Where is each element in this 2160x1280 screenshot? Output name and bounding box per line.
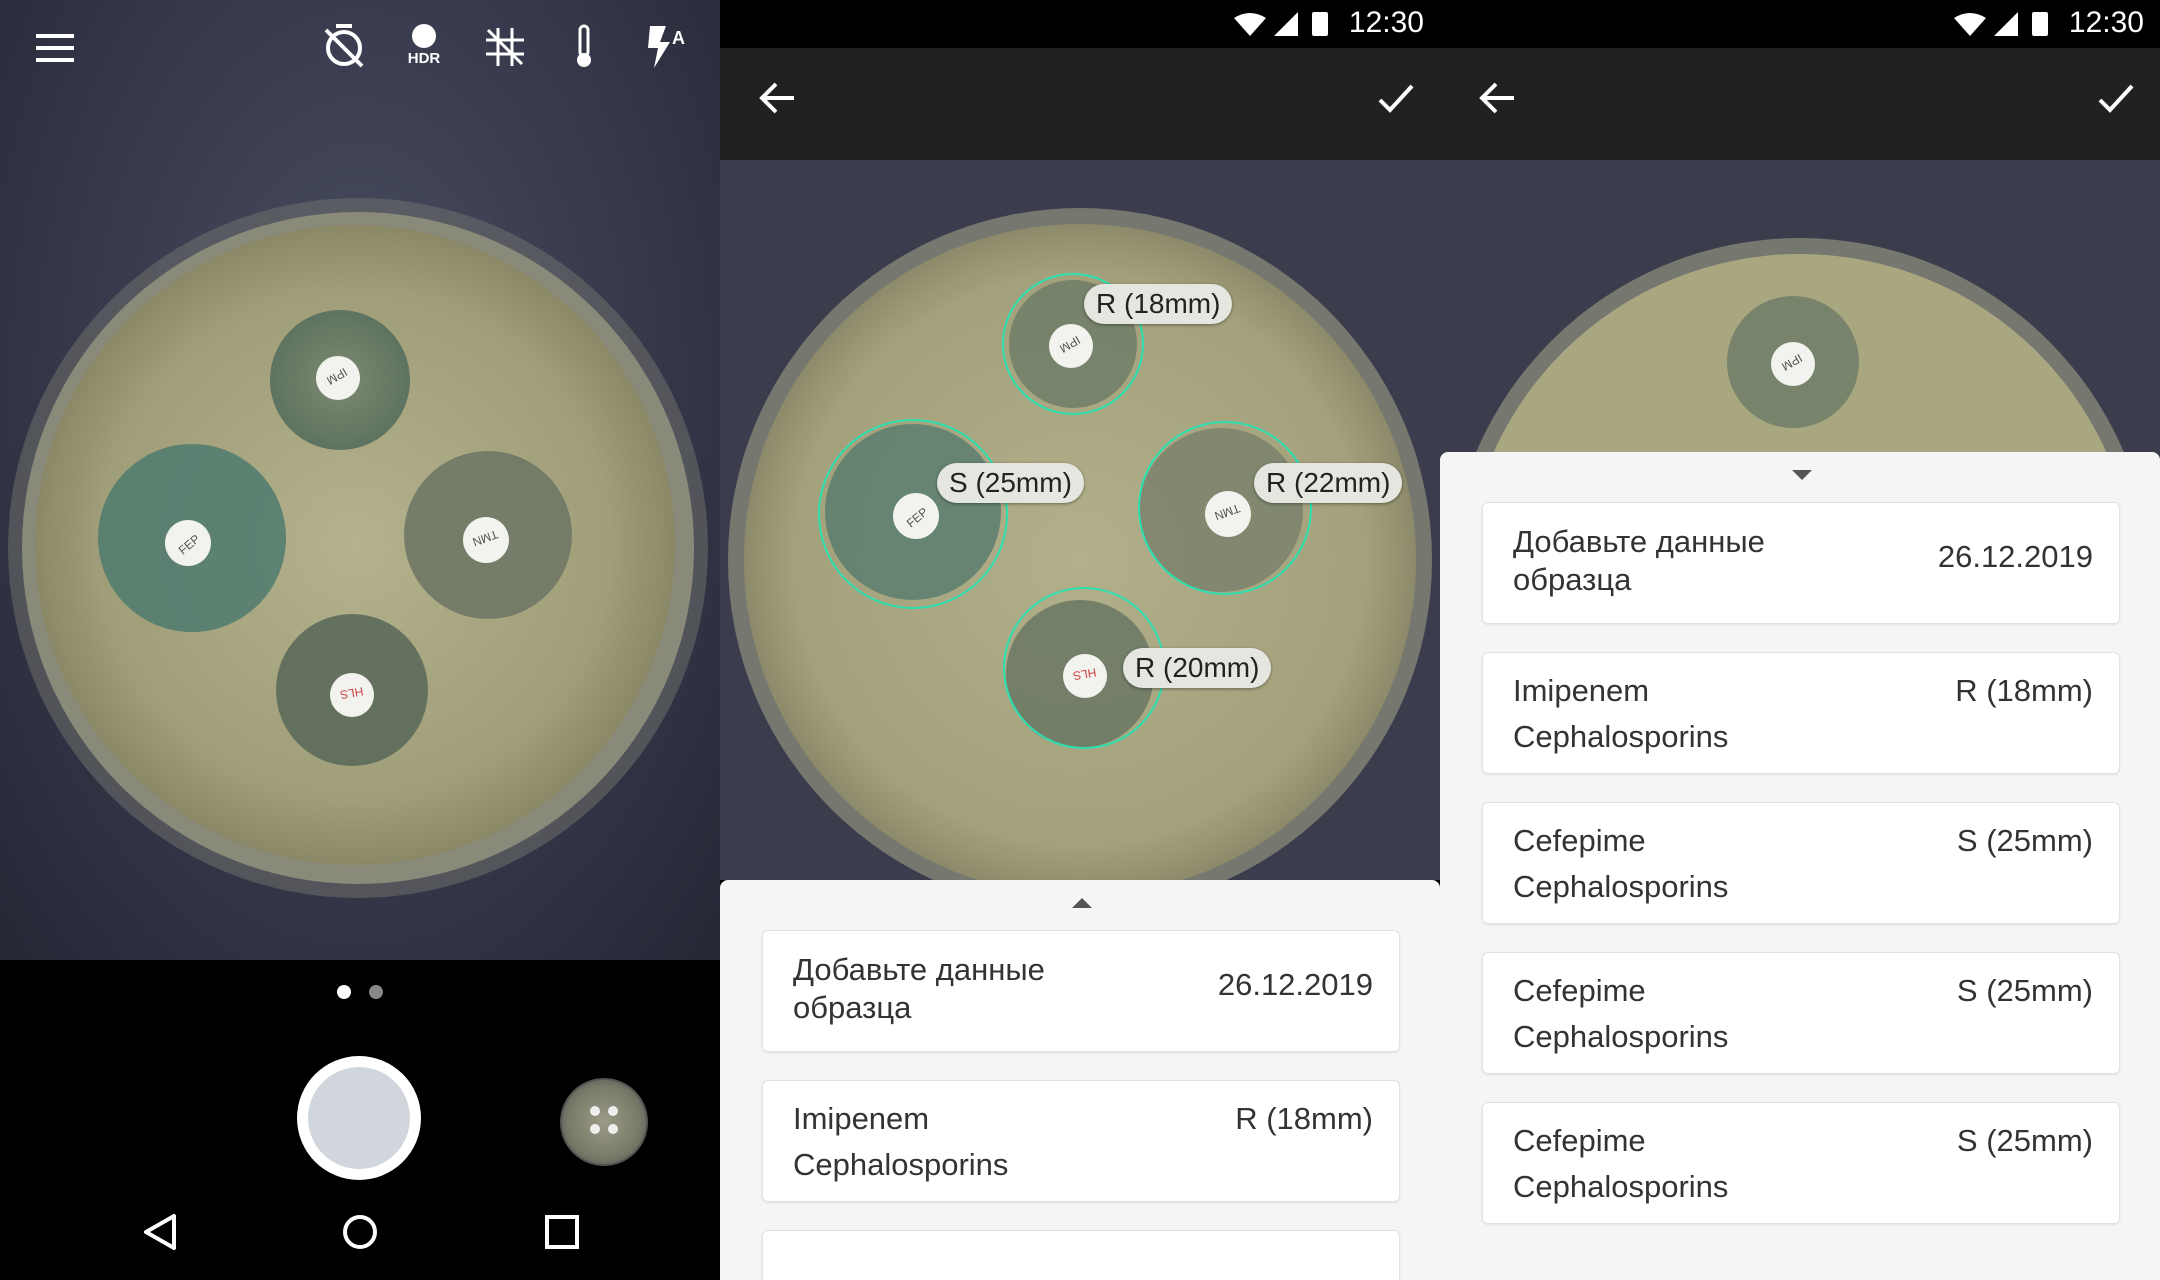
sample-date: 26.12.2019 (1217, 967, 1373, 1002)
signal-icons (1234, 12, 1328, 36)
results-bottom-sheet: Добавьте данные образца 26.12.2019 Imipe… (720, 880, 1440, 1280)
menu-icon[interactable] (36, 32, 76, 64)
antibiotic-group: Cephalosporins (793, 1147, 1009, 1182)
back-arrow-icon[interactable] (758, 78, 798, 118)
flash-auto-icon[interactable]: A (644, 22, 686, 70)
navigation-bar (0, 1190, 720, 1280)
status-bar: 12:30 (1440, 0, 2160, 48)
petri-dish-photo: IPM (1472, 238, 2128, 460)
antibiotic-group: Cephalosporins (1513, 1169, 1729, 1204)
toolbar (720, 48, 1440, 160)
antibiotic-result-card[interactable]: Cefepime Cephalosporins S (25mm) (1482, 802, 2120, 924)
petri-dish-photo: IPM FEP TMN HLS (8, 198, 708, 898)
zone-label[interactable]: R (22mm) (1254, 463, 1403, 503)
antibiotic-result-card[interactable]: Imipenem Cephalosporins R (18mm) (762, 1080, 1400, 1202)
antibiotic-name: Cefepime (1513, 823, 1646, 858)
signal-icons (1954, 12, 2048, 36)
sample-data-card[interactable]: Добавьте данные образца 26.12.2019 (1482, 502, 2120, 624)
antibiotic-name: Imipenem (793, 1101, 930, 1136)
pager-dot-active[interactable] (337, 985, 351, 999)
timer-off-icon[interactable] (322, 22, 366, 70)
back-arrow-icon[interactable] (1478, 78, 1518, 118)
pager-dot[interactable] (369, 985, 383, 999)
antibiotic-result-card[interactable]: Imipenem Cephalosporins R (18mm) (1482, 652, 2120, 774)
results-bottom-sheet: Добавьте данные образца 26.12.2019 Imipe… (1440, 452, 2160, 1280)
last-photo-thumbnail[interactable] (560, 1078, 648, 1166)
back-nav-icon[interactable] (142, 1212, 178, 1252)
antibiotic-result: S (25mm) (1956, 823, 2093, 858)
expand-caret-icon[interactable] (1072, 898, 1092, 908)
shutter-button[interactable] (297, 1056, 421, 1180)
antibiotic-name: Imipenem (1513, 673, 1650, 708)
zone-label[interactable]: R (18mm) (1084, 284, 1233, 324)
confirm-check-icon[interactable] (1376, 78, 1416, 118)
svg-text:A: A (672, 28, 685, 48)
status-time: 12:30 (1348, 6, 1424, 39)
antibiotic-result-card[interactable] (762, 1230, 1400, 1280)
status-time: 12:30 (2068, 6, 2144, 39)
recents-nav-icon[interactable] (544, 1214, 580, 1250)
dish-photo-preview: IPM (1440, 160, 2160, 460)
sample-date: 26.12.2019 (1937, 539, 2093, 574)
camera-top-bar: HDR A (0, 0, 720, 100)
annotated-dish-photo: IPM FEP TMN HLS R (18mm) S (25mm) R (22m… (720, 160, 1440, 880)
antibiotic-result: S (25mm) (1956, 1123, 2093, 1158)
sample-data-title: Добавьте данные образца (793, 952, 1045, 1025)
antibiotic-name: Cefepime (1513, 973, 1646, 1008)
grid-off-icon[interactable] (484, 26, 526, 68)
antibiotic-result-card[interactable]: Cefepime Cephalosporins S (25mm) (1482, 952, 2120, 1074)
antibiotic-result: R (18mm) (1235, 1101, 1373, 1136)
status-bar: 12:30 (720, 0, 1440, 48)
antibiotic-name: Cefepime (1513, 1123, 1646, 1158)
sample-data-title: Добавьте данные образца (1513, 524, 1765, 597)
zone-label[interactable]: R (20mm) (1123, 648, 1272, 688)
zone-label[interactable]: S (25mm) (937, 463, 1084, 503)
results-list-screen: 12:30 IPM Добавьте данные образца 26.12.… (1440, 0, 2160, 1280)
results-screen: 12:30 IPM FEP TMN HLS R (18mm) S (25mm) … (720, 0, 1440, 1280)
toolbar (1440, 48, 2160, 160)
antibiotic-group: Cephalosporins (1513, 869, 1729, 904)
home-nav-icon[interactable] (340, 1212, 380, 1252)
confirm-check-icon[interactable] (2096, 78, 2136, 118)
camera-screen: IPM FEP TMN HLS HDR A (0, 0, 720, 1280)
collapse-caret-icon[interactable] (1792, 470, 1812, 480)
antibiotic-group: Cephalosporins (1513, 719, 1729, 754)
antibiotic-result: S (25mm) (1956, 973, 2093, 1008)
thermometer-icon[interactable] (572, 24, 596, 70)
antibiotic-result: R (18mm) (1955, 673, 2093, 708)
sample-data-card[interactable]: Добавьте данные образца 26.12.2019 (762, 930, 1400, 1052)
antibiotic-result-card[interactable]: Cefepime Cephalosporins S (25mm) (1482, 1102, 2120, 1224)
petri-dish-photo: IPM FEP TMN HLS (728, 208, 1432, 880)
antibiotic-group: Cephalosporins (1513, 1019, 1729, 1054)
hdr-icon[interactable]: HDR (402, 24, 446, 67)
camera-viewfinder[interactable]: IPM FEP TMN HLS (0, 0, 720, 960)
